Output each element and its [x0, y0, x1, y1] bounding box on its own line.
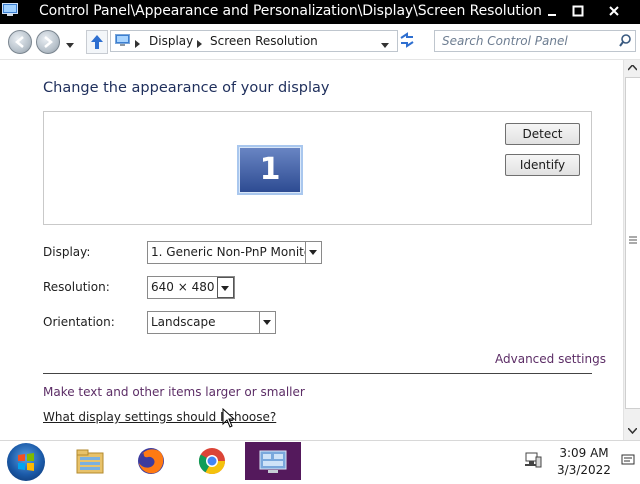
maximize-button[interactable]	[566, 0, 590, 22]
grip-icon	[629, 236, 637, 244]
display-preview: 1 Detect Identify	[43, 111, 592, 225]
breadcrumb-display[interactable]: Display	[149, 34, 193, 48]
firefox-icon	[138, 448, 164, 474]
recent-pages-button[interactable]	[66, 38, 74, 52]
mouse-cursor-icon	[222, 408, 236, 428]
monitor-number: 1	[259, 152, 281, 187]
resolution-select-value: 640 × 480	[151, 280, 215, 294]
main-content: Change the appearance of your display 1 …	[0, 60, 623, 440]
arrow-up-icon	[91, 35, 103, 49]
monitor-1-tile[interactable]: 1	[237, 145, 303, 195]
notification-icon	[621, 454, 635, 465]
arrow-left-icon	[15, 36, 24, 48]
clock-date: 3/3/2022	[557, 463, 611, 477]
display-settings-help-link[interactable]: What display settings should I choose?	[43, 410, 276, 424]
scroll-thumb[interactable]	[625, 77, 640, 409]
identify-button[interactable]: Identify	[505, 154, 580, 176]
taskbar: 3:09 AM 3/3/2022	[0, 440, 640, 481]
orientation-select-value: Landscape	[151, 315, 216, 329]
minimize-icon	[548, 14, 556, 16]
taskbar-firefox[interactable]	[123, 442, 179, 480]
close-icon	[609, 6, 619, 16]
scroll-up-button[interactable]	[624, 60, 640, 77]
forward-button[interactable]	[36, 30, 60, 54]
start-button[interactable]	[7, 443, 45, 481]
taskbar-file-explorer[interactable]	[62, 442, 118, 480]
advanced-settings-link[interactable]: Advanced settings	[495, 352, 606, 366]
taskbar-control-panel[interactable]	[245, 442, 301, 480]
close-button[interactable]	[602, 0, 626, 22]
up-button[interactable]	[86, 30, 108, 54]
file-explorer-icon	[76, 449, 104, 474]
address-bar[interactable]: Display Screen Resolution	[110, 30, 398, 52]
title-bar: Control Panel\Appearance and Personaliza…	[0, 0, 640, 24]
chevron-down-icon	[309, 250, 317, 255]
search-input[interactable]: Search Control Panel	[434, 30, 636, 52]
divider	[43, 373, 592, 374]
back-button[interactable]	[8, 30, 32, 54]
vertical-scrollbar[interactable]	[623, 60, 640, 440]
show-desktop-button[interactable]	[621, 453, 635, 470]
network-icon[interactable]	[524, 451, 542, 472]
chevron-up-icon	[628, 65, 637, 71]
detect-button[interactable]: Detect	[505, 123, 580, 145]
clock-time: 3:09 AM	[559, 446, 609, 460]
page-title: Change the appearance of your display	[43, 80, 330, 96]
display-label: Display:	[43, 245, 91, 259]
display-dropdown-button[interactable]	[305, 242, 321, 263]
scroll-down-button[interactable]	[624, 423, 640, 440]
chevron-down-icon	[221, 286, 229, 291]
windows-logo-icon	[18, 453, 34, 471]
orientation-label: Orientation:	[43, 315, 115, 329]
chevron-down-icon	[66, 43, 74, 48]
control-panel-icon	[115, 34, 131, 50]
refresh-button[interactable]	[398, 31, 418, 51]
maximize-icon	[572, 5, 584, 17]
window-title: Control Panel\Appearance and Personaliza…	[39, 3, 542, 19]
resolution-dropdown-button[interactable]	[217, 277, 234, 298]
navigation-bar: Display Screen Resolution Search Control…	[0, 24, 640, 60]
search-icon[interactable]	[619, 34, 631, 50]
taskbar-clock[interactable]: 3:09 AM 3/3/2022	[552, 445, 616, 479]
resolution-label: Resolution:	[43, 280, 110, 294]
arrow-right-icon	[44, 36, 53, 48]
control-panel-icon[interactable]	[2, 3, 18, 17]
orientation-dropdown-button[interactable]	[259, 312, 275, 333]
taskbar-chrome[interactable]	[184, 442, 240, 480]
breadcrumb-screen-resolution[interactable]: Screen Resolution	[210, 34, 318, 48]
control-panel-icon	[259, 450, 287, 473]
address-dropdown-button[interactable]	[381, 38, 389, 52]
display-select-value: 1. Generic Non-PnP Monitor	[151, 245, 317, 259]
chrome-icon	[198, 448, 226, 475]
text-size-link[interactable]: Make text and other items larger or smal…	[43, 385, 305, 399]
chevron-down-icon	[263, 320, 271, 325]
search-placeholder: Search Control Panel	[442, 34, 568, 48]
resolution-select[interactable]: 640 × 480	[147, 276, 235, 299]
minimize-button[interactable]	[540, 0, 564, 22]
refresh-icon	[400, 32, 414, 48]
orientation-select[interactable]: Landscape	[147, 311, 276, 334]
breadcrumb-separator-icon[interactable]	[135, 37, 141, 51]
breadcrumb-separator-icon[interactable]	[197, 37, 203, 51]
chevron-down-icon	[381, 43, 389, 48]
display-select[interactable]: 1. Generic Non-PnP Monitor	[147, 241, 322, 264]
chevron-down-icon	[628, 428, 637, 434]
